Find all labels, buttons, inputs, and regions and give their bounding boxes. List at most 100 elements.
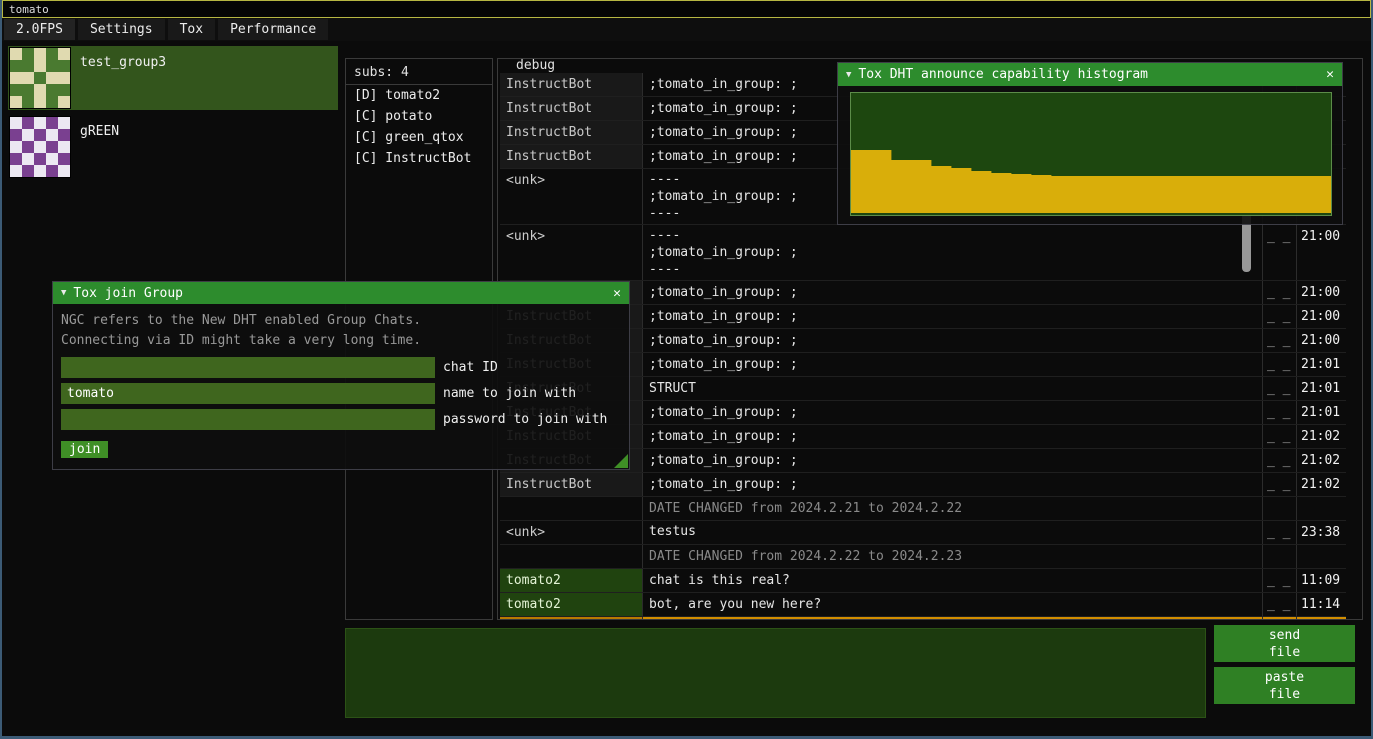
chat-time: 21:00 xyxy=(1296,281,1346,304)
fps-indicator: 2.0FPS xyxy=(4,19,75,40)
window-title: tomato xyxy=(9,3,49,16)
join-input-0[interactable] xyxy=(61,357,435,378)
join-input-1[interactable]: tomato xyxy=(61,383,435,404)
chat-flags: _ _ xyxy=(1262,305,1296,328)
join-window-title: Tox join Group xyxy=(73,286,183,301)
join-field-row: tomato name to join with xyxy=(61,383,621,404)
chat-message: ;tomato_in_group: ; xyxy=(642,473,1262,496)
chat-sender: <unk> xyxy=(500,521,642,544)
chat-time: 21:02 xyxy=(1296,425,1346,448)
chat-flags xyxy=(1262,497,1296,520)
join-input-2[interactable] xyxy=(61,409,435,430)
chat-sender: <unk> xyxy=(500,225,642,280)
join-input-label: name to join with xyxy=(443,386,576,401)
chat-message: ;tomato_in_group: ; xyxy=(642,425,1262,448)
title-bar: tomato xyxy=(2,0,1371,18)
chat-flags: _ _ xyxy=(1262,353,1296,376)
sub-item[interactable]: [D] tomato2 xyxy=(346,85,492,106)
chat-message: ;tomato_in_group: ; xyxy=(642,305,1262,328)
chat-row: <unk>---- ;tomato_in_group: ; ----_ _21:… xyxy=(500,225,1346,281)
chat-flags: _ _ xyxy=(1262,401,1296,424)
chat-sender: tomato2 xyxy=(500,593,642,616)
chat-time: 21:02 xyxy=(1296,473,1346,496)
chat-message: No, I've been in this group for quite so… xyxy=(642,617,1262,620)
group-item[interactable]: gREEN xyxy=(8,115,338,179)
chat-message: ;tomato_in_group: ; xyxy=(642,329,1262,352)
subs-count: subs: 4 xyxy=(346,59,492,85)
chat-sender: InstructBot xyxy=(500,473,642,496)
chat-flags: _ _ xyxy=(1262,281,1296,304)
dht-histogram-plot xyxy=(850,92,1332,216)
chat-sender: tomato2 xyxy=(500,569,642,592)
chat-sender xyxy=(500,545,642,568)
menu-item-settings[interactable]: Settings xyxy=(78,19,165,40)
group-list: test_group3 gREEN xyxy=(8,46,338,184)
chat-flags xyxy=(1262,545,1296,568)
chat-time: 11:14 xyxy=(1296,593,1346,616)
join-help-line: Connecting via ID might take a very long… xyxy=(61,331,621,351)
chat-time: 21:00 xyxy=(1296,329,1346,352)
chat-row: tomato2bot, are you new here?_ _11:14 xyxy=(500,593,1346,617)
chat-row: InstructBotNo, I've been in this group f… xyxy=(500,617,1346,620)
join-button[interactable]: join xyxy=(61,441,108,458)
close-icon[interactable]: ✕ xyxy=(1326,67,1334,82)
group-item[interactable]: test_group3 xyxy=(8,46,338,110)
menu-item-performance[interactable]: Performance xyxy=(218,19,328,40)
chat-row: tomato2chat is this real?_ _11:09 xyxy=(500,569,1346,593)
paste-file-button[interactable]: paste file xyxy=(1214,667,1355,704)
sub-item[interactable]: [C] green_qtox xyxy=(346,127,492,148)
join-window-titlebar[interactable]: ▼ Tox join Group ✕ xyxy=(53,282,629,304)
chat-time: 11:09 xyxy=(1296,569,1346,592)
menu-bar: 2.0FPS SettingsToxPerformance xyxy=(2,18,1371,41)
chat-row: DATE CHANGED from 2024.2.21 to 2024.2.22 xyxy=(500,497,1346,521)
chat-flags: _ _ xyxy=(1262,569,1296,592)
chat-message: STRUCT xyxy=(642,377,1262,400)
chat-flags: _ _ xyxy=(1262,329,1296,352)
resize-grip[interactable] xyxy=(614,454,628,468)
chat-flags: _ _ xyxy=(1262,473,1296,496)
dht-histogram-window: ▼ Tox DHT announce capability histogram … xyxy=(837,62,1343,225)
chat-message: ;tomato_in_group: ; xyxy=(642,353,1262,376)
chat-flags: _ _ xyxy=(1262,521,1296,544)
chat-message: ;tomato_in_group: ; xyxy=(642,281,1262,304)
message-input[interactable] xyxy=(345,628,1206,718)
close-icon[interactable]: ✕ xyxy=(613,286,621,301)
chat-sender: InstructBot xyxy=(500,97,642,120)
chat-row: <unk>testus_ _23:38 xyxy=(500,521,1346,545)
join-fields: chat ID tomato name to join with password t… xyxy=(53,353,629,430)
chat-sender: InstructBot xyxy=(500,121,642,144)
chat-message: ---- ;tomato_in_group: ; ---- xyxy=(642,225,1262,280)
chat-row: InstructBot;tomato_in_group: ;_ _21:02 xyxy=(500,473,1346,497)
sub-item[interactable]: [C] InstructBot xyxy=(346,148,492,169)
collapse-arrow-icon[interactable]: ▼ xyxy=(61,288,66,298)
group-avatar xyxy=(9,47,71,109)
send-file-button[interactable]: send file xyxy=(1214,625,1355,662)
chat-flags: _ _ xyxy=(1262,377,1296,400)
join-field-row: password to join with xyxy=(61,409,621,430)
menu-item-tox[interactable]: Tox xyxy=(168,19,215,40)
histogram-window-titlebar[interactable]: ▼ Tox DHT announce capability histogram … xyxy=(838,63,1342,86)
chat-sender: InstructBot xyxy=(500,617,642,620)
chat-time xyxy=(1296,497,1346,520)
dht-histogram-svg xyxy=(851,93,1331,215)
chat-row: DATE CHANGED from 2024.2.22 to 2024.2.23 xyxy=(500,545,1346,569)
chat-message: DATE CHANGED from 2024.2.22 to 2024.2.23 xyxy=(642,545,1262,568)
collapse-arrow-icon[interactable]: ▼ xyxy=(846,70,851,80)
chat-time: 21:00 xyxy=(1296,225,1346,280)
join-field-row: chat ID xyxy=(61,357,621,378)
sub-item[interactable]: [C] potato xyxy=(346,106,492,127)
chat-time: 21:01 xyxy=(1296,401,1346,424)
chat-flags: d xyxy=(1262,617,1296,620)
chat-time: 11:15 xyxy=(1296,617,1346,620)
chat-message: testus xyxy=(642,521,1262,544)
chat-flags: _ _ xyxy=(1262,449,1296,472)
chat-message: ;tomato_in_group: ; xyxy=(642,401,1262,424)
group-avatar xyxy=(9,116,71,178)
chat-time: 21:01 xyxy=(1296,377,1346,400)
join-help: NGC refers to the New DHT enabled Group … xyxy=(53,304,629,353)
chat-time: 21:01 xyxy=(1296,353,1346,376)
group-name: gREEN xyxy=(80,124,119,178)
chat-message: chat is this real? xyxy=(642,569,1262,592)
histogram-window-title: Tox DHT announce capability histogram xyxy=(858,67,1148,82)
subs-list: [D] tomato2[C] potato[C] green_qtox[C] I… xyxy=(346,85,492,169)
